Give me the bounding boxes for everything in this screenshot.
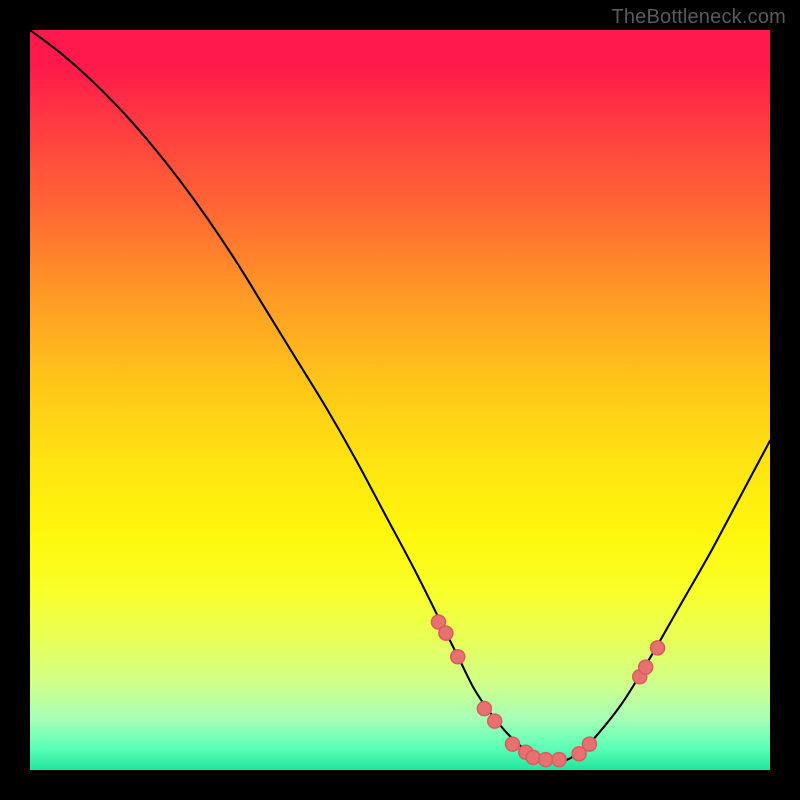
highlight-dot [505,737,519,751]
outer-frame: TheBottleneck.com [0,0,800,800]
watermark-text: TheBottleneck.com [611,6,786,29]
highlight-dot [582,737,596,751]
highlight-dot [639,660,653,674]
curve-svg [30,30,770,770]
highlight-dot [526,750,540,764]
highlight-dot [650,641,664,655]
highlight-dot [477,702,491,716]
highlight-dot [552,753,566,767]
highlight-dot [439,626,453,640]
highlight-dot [488,714,502,728]
plot-area [30,30,770,770]
highlight-dot [451,650,465,664]
highlight-dot [539,753,553,767]
